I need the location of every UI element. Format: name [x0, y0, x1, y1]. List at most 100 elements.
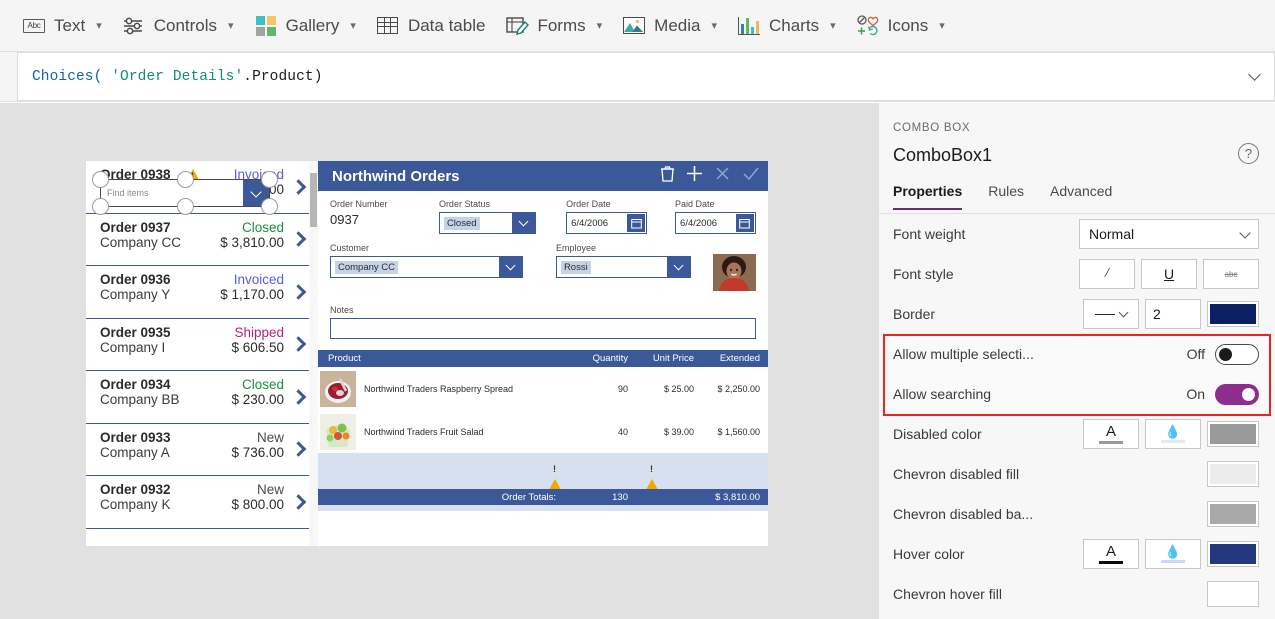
gallery-scrollbar[interactable]	[309, 161, 318, 546]
toolbar-item-data-table[interactable]: Data table	[368, 6, 498, 46]
chevron-right-icon[interactable]	[290, 441, 307, 458]
controls-icon	[122, 14, 146, 38]
chevron-down-icon[interactable]	[498, 257, 522, 277]
border-color-swatch[interactable]	[1207, 301, 1259, 327]
employee-combobox[interactable]: Rossi	[555, 256, 691, 278]
field-label: Order Status	[438, 199, 490, 209]
order-number: Order 0935	[100, 324, 171, 340]
property-rows: Font weight Normal Font style / U abc Bo…	[879, 214, 1275, 619]
formula-string: 'Order Details'	[111, 68, 244, 85]
chevron-down-icon[interactable]	[512, 213, 536, 233]
formula-close-paren: )	[313, 68, 323, 85]
hover-fill-color-button[interactable]: 💧	[1145, 539, 1201, 569]
chevron-right-icon[interactable]	[290, 336, 307, 353]
field-value: Closed	[443, 216, 480, 230]
disabled-fill-color-button[interactable]: 💧	[1145, 419, 1201, 449]
paid-date-input[interactable]: 6/4/2006	[675, 212, 756, 234]
toolbar-label-forms: Forms	[537, 15, 586, 35]
disabled-color-swatch[interactable]	[1207, 421, 1259, 447]
app-canvas[interactable]: Order 0938 Invoiced Company T $ 2,870.00…	[0, 103, 878, 619]
chevron-right-icon[interactable]	[290, 388, 307, 405]
detail-header: Northwind Orders	[318, 161, 768, 191]
order-totals-bar: Order Totals: 130 $ 3,810.00	[318, 489, 768, 505]
chevron-hover-fill-swatch[interactable]	[1207, 581, 1259, 607]
toolbar-item-charts[interactable]: Charts ▾	[729, 6, 848, 46]
order-date-input[interactable]: 6/4/2006	[566, 212, 648, 234]
chevron-disabled-background-swatch[interactable]	[1207, 501, 1259, 527]
help-icon[interactable]: ?	[1238, 143, 1259, 164]
gallery-row[interactable]: Order 0935 Shipped Company I $ 606.50	[86, 318, 318, 371]
insert-toolbar: Abc Text ▾ Controls ▾ Gallery ▾ Data tab…	[0, 0, 1275, 52]
add-icon[interactable]	[686, 165, 703, 187]
scrollbar-thumb[interactable]	[310, 173, 317, 227]
selected-combobox[interactable]: Find items	[92, 171, 278, 215]
font-weight-select[interactable]: Normal	[1079, 219, 1259, 249]
chevron-right-icon[interactable]	[290, 493, 307, 510]
combobox-placeholder: Find items	[107, 188, 149, 198]
trash-icon[interactable]	[660, 165, 675, 187]
property-label: Hover color	[893, 546, 965, 562]
strikethrough-button[interactable]: abc	[1203, 259, 1259, 289]
product-row[interactable]: Northwind Traders Raspberry Spread 90 $ …	[318, 367, 768, 410]
order-status: Closed	[241, 377, 284, 392]
hover-color-swatch[interactable]	[1207, 541, 1259, 567]
resize-handle-bottom-center[interactable]	[177, 198, 194, 215]
product-row[interactable]: Northwind Traders Fruit Salad 40 $ 39.00…	[318, 410, 768, 453]
gallery-row[interactable]: Order 0936 Invoiced Company Y $ 1,170.00	[86, 266, 318, 319]
chevron-right-icon[interactable]	[290, 283, 307, 300]
toolbar-item-media[interactable]: Media ▾	[614, 6, 729, 46]
formula-input[interactable]: Choices( 'Order Details' .Product )	[18, 52, 1235, 101]
italic-button[interactable]: /	[1079, 259, 1135, 289]
hover-text-color-button[interactable]: A	[1083, 539, 1139, 569]
property-label: Border	[893, 306, 936, 322]
resize-handle-top-right[interactable]	[261, 171, 278, 188]
order-status-dropdown[interactable]: Closed	[438, 212, 537, 234]
chevron-disabled-fill-swatch[interactable]	[1207, 461, 1259, 487]
allow-searching-toggle[interactable]	[1215, 383, 1259, 405]
toolbar-label-media: Media	[654, 15, 701, 35]
property-row-font-style: Font style / U abc	[879, 254, 1275, 294]
resize-handle-bottom-left[interactable]	[92, 198, 109, 215]
gallery-row[interactable]: Order 0933 New Company A $ 736.00	[86, 423, 318, 476]
gallery-row[interactable]: Order 0934 Closed Company BB $ 230.00	[86, 371, 318, 424]
customer-combobox[interactable]: Company CC	[330, 256, 523, 278]
toolbar-item-icons[interactable]: Icons ▾	[848, 6, 957, 46]
notes-input[interactable]	[330, 318, 756, 339]
disabled-text-color-button[interactable]: A	[1083, 419, 1139, 449]
border-width-input[interactable]: 2	[1145, 299, 1201, 329]
underline-button[interactable]: U	[1141, 259, 1197, 289]
chevron-down-icon[interactable]	[667, 257, 690, 277]
chevron-right-icon[interactable]	[290, 178, 307, 195]
tab-rules[interactable]: Rules	[988, 183, 1024, 210]
border-style-select[interactable]	[1083, 299, 1139, 329]
gallery-row[interactable]: Order 0932 New Company K $ 800.00	[86, 476, 318, 529]
cancel-icon[interactable]	[714, 165, 731, 187]
resize-handle-top-center[interactable]	[177, 171, 194, 188]
gallery-row[interactable]: Order 0937 Closed Company CC $ 3,810.00	[86, 213, 318, 266]
check-icon[interactable]	[742, 165, 760, 187]
order-company: Company A	[100, 444, 170, 460]
column-header-unit-price: Unit Price	[652, 353, 694, 364]
toolbar-item-forms[interactable]: Forms ▾	[497, 6, 614, 46]
toolbar-item-gallery[interactable]: Gallery ▾	[246, 6, 368, 46]
field-notes: Notes	[330, 305, 756, 339]
field-label: Order Date	[566, 199, 611, 209]
tab-properties[interactable]: Properties	[893, 183, 963, 210]
tab-advanced[interactable]: Advanced	[1050, 183, 1112, 210]
toolbar-item-controls[interactable]: Controls ▾	[114, 6, 246, 46]
product-quantity: 40	[617, 426, 628, 437]
calendar-icon[interactable]	[735, 214, 754, 232]
allow-multiple-toggle[interactable]	[1215, 343, 1259, 365]
resize-handle-top-left[interactable]	[92, 171, 109, 188]
property-row-border: Border 2	[879, 294, 1275, 334]
orders-gallery[interactable]: Order 0938 Invoiced Company T $ 2,870.00…	[86, 161, 318, 546]
toolbar-label-text: Text	[54, 15, 86, 35]
italic-icon: /	[1105, 266, 1109, 281]
toolbar-item-text[interactable]: Abc Text ▾	[14, 6, 114, 46]
formula-expand-button[interactable]	[1235, 52, 1275, 101]
chevron-right-icon[interactable]	[290, 231, 307, 248]
order-number: Order 0933	[100, 429, 171, 445]
calendar-icon[interactable]	[627, 214, 646, 232]
resize-handle-bottom-right[interactable]	[261, 198, 278, 215]
product-quantity: 90	[617, 383, 628, 394]
